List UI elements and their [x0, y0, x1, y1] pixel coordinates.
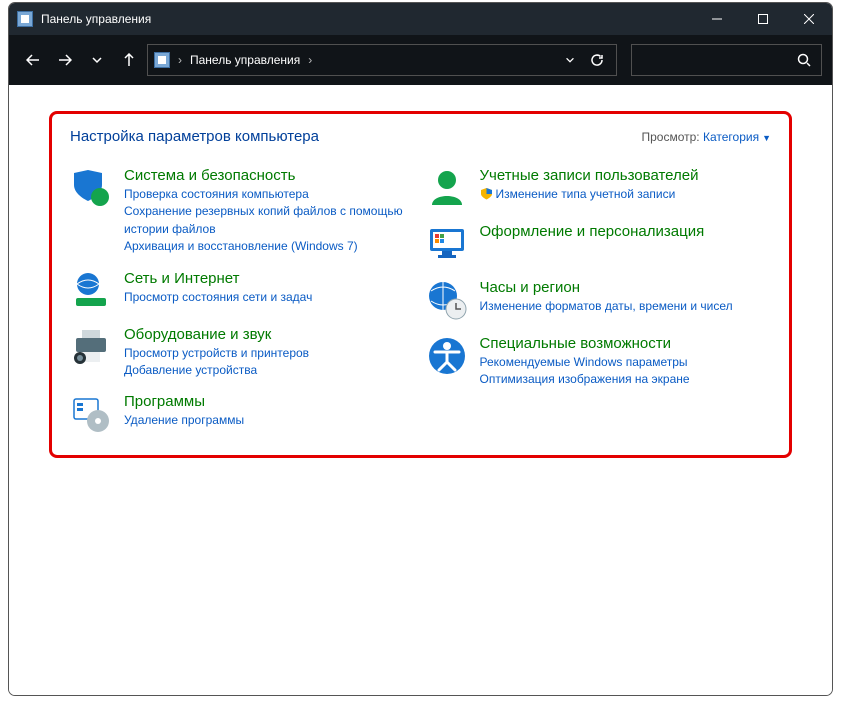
window: Панель управления › П: [8, 2, 833, 696]
printer-icon: [70, 326, 112, 368]
navbar: › Панель управления ›: [9, 35, 832, 85]
category-accessibility: Специальные возможности Рекомендуемые Wi…: [426, 335, 772, 389]
category-link[interactable]: Удаление программы: [124, 412, 244, 429]
category-title[interactable]: Система и безопасность: [124, 167, 416, 184]
category-title[interactable]: Оборудование и звук: [124, 326, 309, 343]
category-title[interactable]: Учетные записи пользователей: [480, 167, 699, 184]
maximize-button[interactable]: [740, 3, 786, 35]
monitor-icon: [426, 223, 468, 265]
search-icon: [797, 53, 811, 67]
view-value[interactable]: Категория▼: [703, 130, 771, 144]
user-icon: [426, 167, 468, 209]
address-icon: [154, 52, 170, 68]
programs-icon: [70, 393, 112, 435]
category-link[interactable]: Рекомендуемые Windows параметры: [480, 354, 690, 371]
category-programs: Программы Удаление программы: [70, 393, 416, 435]
up-button[interactable]: [115, 46, 143, 74]
minimize-button[interactable]: [694, 3, 740, 35]
category-clock-region: Часы и регион Изменение форматов даты, в…: [426, 279, 772, 321]
uac-shield-icon: [480, 187, 493, 200]
breadcrumb-sep-icon: ›: [178, 53, 182, 67]
right-column: Учетные записи пользователей Изменение т…: [426, 167, 772, 435]
network-icon: [70, 270, 112, 312]
shield-icon: [70, 167, 112, 209]
category-appearance: Оформление и персонализация: [426, 223, 772, 265]
accessibility-icon: [426, 335, 468, 377]
category-title[interactable]: Часы и регион: [480, 279, 733, 296]
breadcrumb-sep-icon: ›: [308, 53, 312, 67]
category-link[interactable]: Изменение форматов даты, времени и чисел: [480, 298, 733, 315]
forward-button[interactable]: [51, 46, 79, 74]
category-link[interactable]: Добавление устройства: [124, 362, 309, 379]
category-link[interactable]: Просмотр состояния сети и задач: [124, 289, 312, 306]
category-link[interactable]: Изменение типа учетной записи: [480, 186, 699, 203]
recent-dropdown[interactable]: [83, 46, 111, 74]
titlebar-title: Панель управления: [41, 12, 151, 26]
breadcrumb-root[interactable]: Панель управления: [190, 53, 300, 67]
category-link[interactable]: Сохранение резервных копий файлов с помо…: [124, 203, 416, 238]
category-title[interactable]: Специальные возможности: [480, 335, 690, 352]
view-selector: Просмотр: Категория▼: [641, 130, 771, 144]
category-user-accounts: Учетные записи пользователей Изменение т…: [426, 167, 772, 209]
content-area: Настройка параметров компьютера Просмотр…: [9, 85, 832, 695]
search-box[interactable]: [631, 44, 822, 76]
address-bar[interactable]: › Панель управления ›: [147, 44, 617, 76]
left-column: Система и безопасность Проверка состояни…: [70, 167, 416, 435]
category-link[interactable]: Оптимизация изображения на экране: [480, 371, 690, 388]
category-title[interactable]: Оформление и персонализация: [480, 223, 705, 240]
category-system-security: Система и безопасность Проверка состояни…: [70, 167, 416, 256]
category-network: Сеть и Интернет Просмотр состояния сети …: [70, 270, 416, 312]
category-link[interactable]: Проверка состояния компьютера: [124, 186, 416, 203]
refresh-icon[interactable]: [590, 53, 604, 67]
category-hardware-sound: Оборудование и звук Просмотр устройств и…: [70, 326, 416, 380]
category-link[interactable]: Просмотр устройств и принтеров: [124, 345, 309, 362]
app-icon: [17, 11, 33, 27]
category-link[interactable]: Архивация и восстановление (Windows 7): [124, 238, 416, 255]
clock-globe-icon: [426, 279, 468, 321]
panel-title: Настройка параметров компьютера: [70, 128, 319, 145]
close-button[interactable]: [786, 3, 832, 35]
category-title[interactable]: Сеть и Интернет: [124, 270, 312, 287]
category-panel: Настройка параметров компьютера Просмотр…: [49, 111, 792, 458]
chevron-down-icon[interactable]: [564, 54, 576, 66]
titlebar: Панель управления: [9, 3, 832, 35]
back-button[interactable]: [19, 46, 47, 74]
view-label: Просмотр:: [641, 130, 699, 144]
category-title[interactable]: Программы: [124, 393, 244, 410]
